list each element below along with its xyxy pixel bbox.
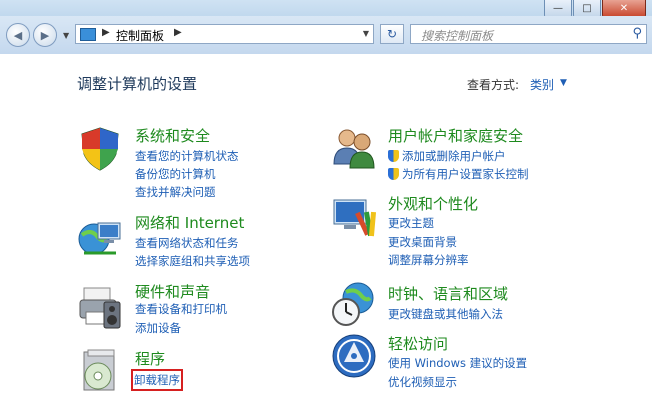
printer-icon[interactable] — [76, 282, 124, 330]
link-view-computer-status[interactable]: 查看您的计算机状态 — [135, 148, 239, 164]
refresh-button[interactable]: ↻ — [380, 24, 404, 44]
shield-icon[interactable] — [76, 124, 124, 172]
breadcrumb-control-panel[interactable]: 控制面板 — [116, 27, 164, 44]
link-adjust-resolution[interactable]: 调整屏幕分辨率 — [388, 252, 469, 268]
link-devices-printers[interactable]: 查看设备和打印机 — [135, 301, 227, 317]
category-user-accounts[interactable]: 用户帐户和家庭安全 — [388, 125, 523, 146]
link-parental-controls[interactable]: 为所有用户设置家长控制 — [388, 166, 529, 182]
link-uninstall-program[interactable]: 卸载程序 — [131, 369, 183, 391]
address-bar[interactable]: ▶ 控制面板 ▶ ▼ — [75, 24, 374, 44]
clock-globe-icon[interactable] — [330, 280, 378, 328]
back-arrow-icon: ◀ — [13, 28, 23, 42]
ease-of-access-icon[interactable] — [330, 332, 378, 380]
refresh-icon: ↻ — [386, 27, 398, 41]
address-dropdown-icon[interactable]: ▼ — [363, 29, 369, 38]
view-by-dropdown[interactable]: 类别 — [530, 76, 554, 93]
link-recommended-settings[interactable]: 使用 Windows 建议的设置 — [388, 355, 527, 371]
view-by-label: 查看方式: — [467, 78, 520, 92]
link-homegroup-sharing[interactable]: 选择家庭组和共享选项 — [135, 253, 250, 269]
link-change-desktop-background[interactable]: 更改桌面背景 — [388, 234, 457, 250]
programs-disc-icon[interactable] — [76, 346, 124, 394]
category-hardware-sound[interactable]: 硬件和声音 — [135, 281, 210, 302]
search-input[interactable]: 搜索控制面板 ⚲ — [410, 24, 647, 44]
link-backup-computer[interactable]: 备份您的计算机 — [135, 166, 216, 182]
category-programs[interactable]: 程序 — [135, 348, 165, 369]
appearance-monitor-icon[interactable] — [330, 194, 378, 242]
forward-arrow-icon: ▶ — [40, 28, 50, 42]
search-icon[interactable]: ⚲ — [632, 26, 642, 41]
breadcrumb-root-arrow[interactable]: ▶ — [102, 27, 110, 38]
recent-pages-dropdown[interactable]: ▼ — [63, 31, 69, 40]
breadcrumb-arrow[interactable]: ▶ — [174, 27, 182, 38]
control-panel-icon — [80, 28, 96, 41]
link-text: 添加或删除用户帐户 — [402, 149, 506, 163]
navigation-bar: ◀ ▶ ▼ ▶ 控制面板 ▶ ▼ ↻ 搜索控制面板 ⚲ — [0, 16, 652, 54]
network-globe-icon[interactable] — [76, 213, 124, 261]
back-button[interactable]: ◀ — [6, 23, 30, 47]
link-view-network-status[interactable]: 查看网络状态和任务 — [135, 235, 239, 251]
search-placeholder: 搜索控制面板 — [421, 29, 494, 43]
category-system-security[interactable]: 系统和安全 — [135, 125, 210, 146]
link-text: 为所有用户设置家长控制 — [402, 167, 529, 181]
category-appearance[interactable]: 外观和个性化 — [388, 193, 478, 214]
chevron-down-icon[interactable]: ▼ — [560, 78, 567, 88]
link-add-remove-users[interactable]: 添加或删除用户帐户 — [388, 148, 506, 164]
category-clock-language-region[interactable]: 时钟、语言和区域 — [388, 283, 508, 304]
category-ease-of-access[interactable]: 轻松访问 — [388, 333, 448, 354]
uac-shield-icon — [388, 150, 399, 162]
link-change-keyboard-input[interactable]: 更改键盘或其他输入法 — [388, 306, 503, 322]
uac-shield-icon — [388, 168, 399, 180]
link-change-theme[interactable]: 更改主题 — [388, 215, 434, 231]
forward-button[interactable]: ▶ — [33, 23, 57, 47]
link-add-device[interactable]: 添加设备 — [135, 320, 181, 336]
category-network-internet[interactable]: 网络和 Internet — [135, 212, 244, 233]
page-title: 调整计算机的设置 — [77, 75, 198, 93]
users-icon[interactable] — [330, 124, 378, 172]
link-troubleshoot[interactable]: 查找并解决问题 — [135, 184, 216, 200]
link-optimize-display[interactable]: 优化视频显示 — [388, 374, 457, 390]
